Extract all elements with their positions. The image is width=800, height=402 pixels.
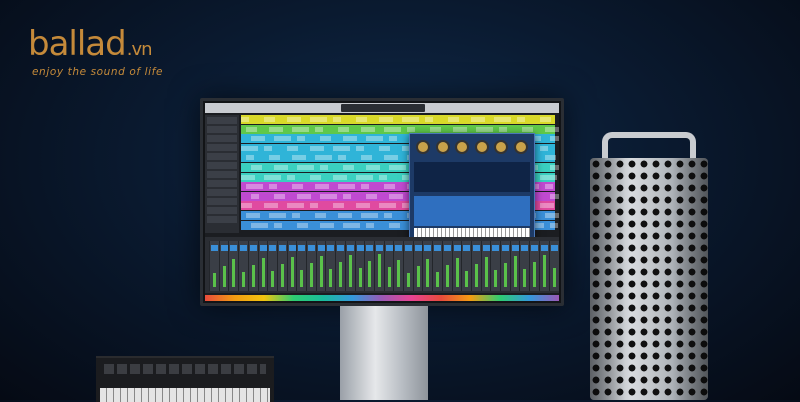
daw-titlebar: [205, 103, 559, 113]
plugin-knob: [416, 140, 430, 154]
mixer-channel-strip: [344, 241, 355, 291]
mixer-channel-strip: [490, 241, 501, 291]
mixer-channel-strip: [519, 241, 530, 291]
mixer-channel-strip: [209, 241, 219, 291]
display-monitor: [200, 98, 564, 306]
mixer-channel-strip: [422, 241, 433, 291]
plugin-knob: [435, 140, 450, 154]
daw-track-headers: [205, 115, 239, 233]
mixer-channel-strip: [480, 241, 491, 291]
mixer-channel-strip: [315, 241, 326, 291]
mixer-channel-strip: [509, 241, 520, 291]
mixer-channel-strip: [276, 241, 287, 291]
logo-brand-text: ballad: [28, 24, 127, 64]
mixer-channel-strip: [461, 241, 472, 291]
mixer-channel-strip: [257, 241, 268, 291]
tower-shading: [590, 158, 708, 400]
logo-tld-text: .vn: [126, 39, 153, 60]
mixer-channel-strip: [373, 241, 384, 291]
mixer-channel-strip: [267, 241, 278, 291]
keyboard-pads: [104, 364, 266, 374]
ballad-logo: ballad.vn enjoy the sound of life: [28, 14, 228, 84]
plugin-knob-row: [416, 140, 528, 156]
mixer-channel-strip: [247, 241, 258, 291]
mixer-channel-strip: [306, 241, 316, 291]
mixer-channel-strip: [470, 241, 481, 291]
track-lane: [241, 115, 555, 124]
midi-keyboard: [96, 356, 274, 402]
plugin-step-grid: [414, 196, 530, 226]
mixer-channel-strip: [538, 241, 549, 291]
mixer-channel-strip: [441, 241, 452, 291]
daw-lcd-display: [341, 104, 425, 112]
plugin-visualizer: [414, 162, 530, 192]
mixer-channel-strip: [335, 241, 346, 291]
daw-color-bar: [205, 295, 559, 301]
plugin-knob: [494, 140, 509, 154]
mixer-channel-strip: [238, 241, 249, 291]
mixer-channel-strip: [500, 241, 510, 291]
mixer-channel-strip: [364, 241, 375, 291]
plugin-knob: [474, 140, 489, 154]
logo-wordmark: ballad.vn: [28, 24, 153, 64]
mixer-channel-strip: [296, 241, 307, 291]
mixer-channel-strip: [451, 241, 462, 291]
tower-handle: [602, 132, 696, 160]
mixer-channel-strip: [383, 241, 394, 291]
mixer-channel-strip: [529, 241, 540, 291]
mixer-channel-strip: [354, 241, 365, 291]
mixer-channel-strip: [228, 241, 239, 291]
monitor-stand: [340, 306, 428, 400]
computer-tower: [590, 132, 708, 400]
plugin-knob: [455, 140, 470, 154]
daw-screen: [205, 103, 559, 301]
mixer-channel-strip: [325, 241, 336, 291]
mixer-channel-strip: [432, 241, 443, 291]
mixer-channel-strip: [412, 241, 423, 291]
logo-tagline: enjoy the sound of life: [32, 66, 164, 78]
mixer-channel-strip: [218, 241, 229, 291]
daw-mixer: [205, 237, 559, 293]
mixer-channel-strip: [548, 241, 559, 291]
mixer-channel-strip: [286, 241, 297, 291]
mixer-channel-strip: [393, 241, 404, 291]
plugin-knob: [513, 140, 528, 154]
mixer-channel-strip: [403, 241, 413, 291]
